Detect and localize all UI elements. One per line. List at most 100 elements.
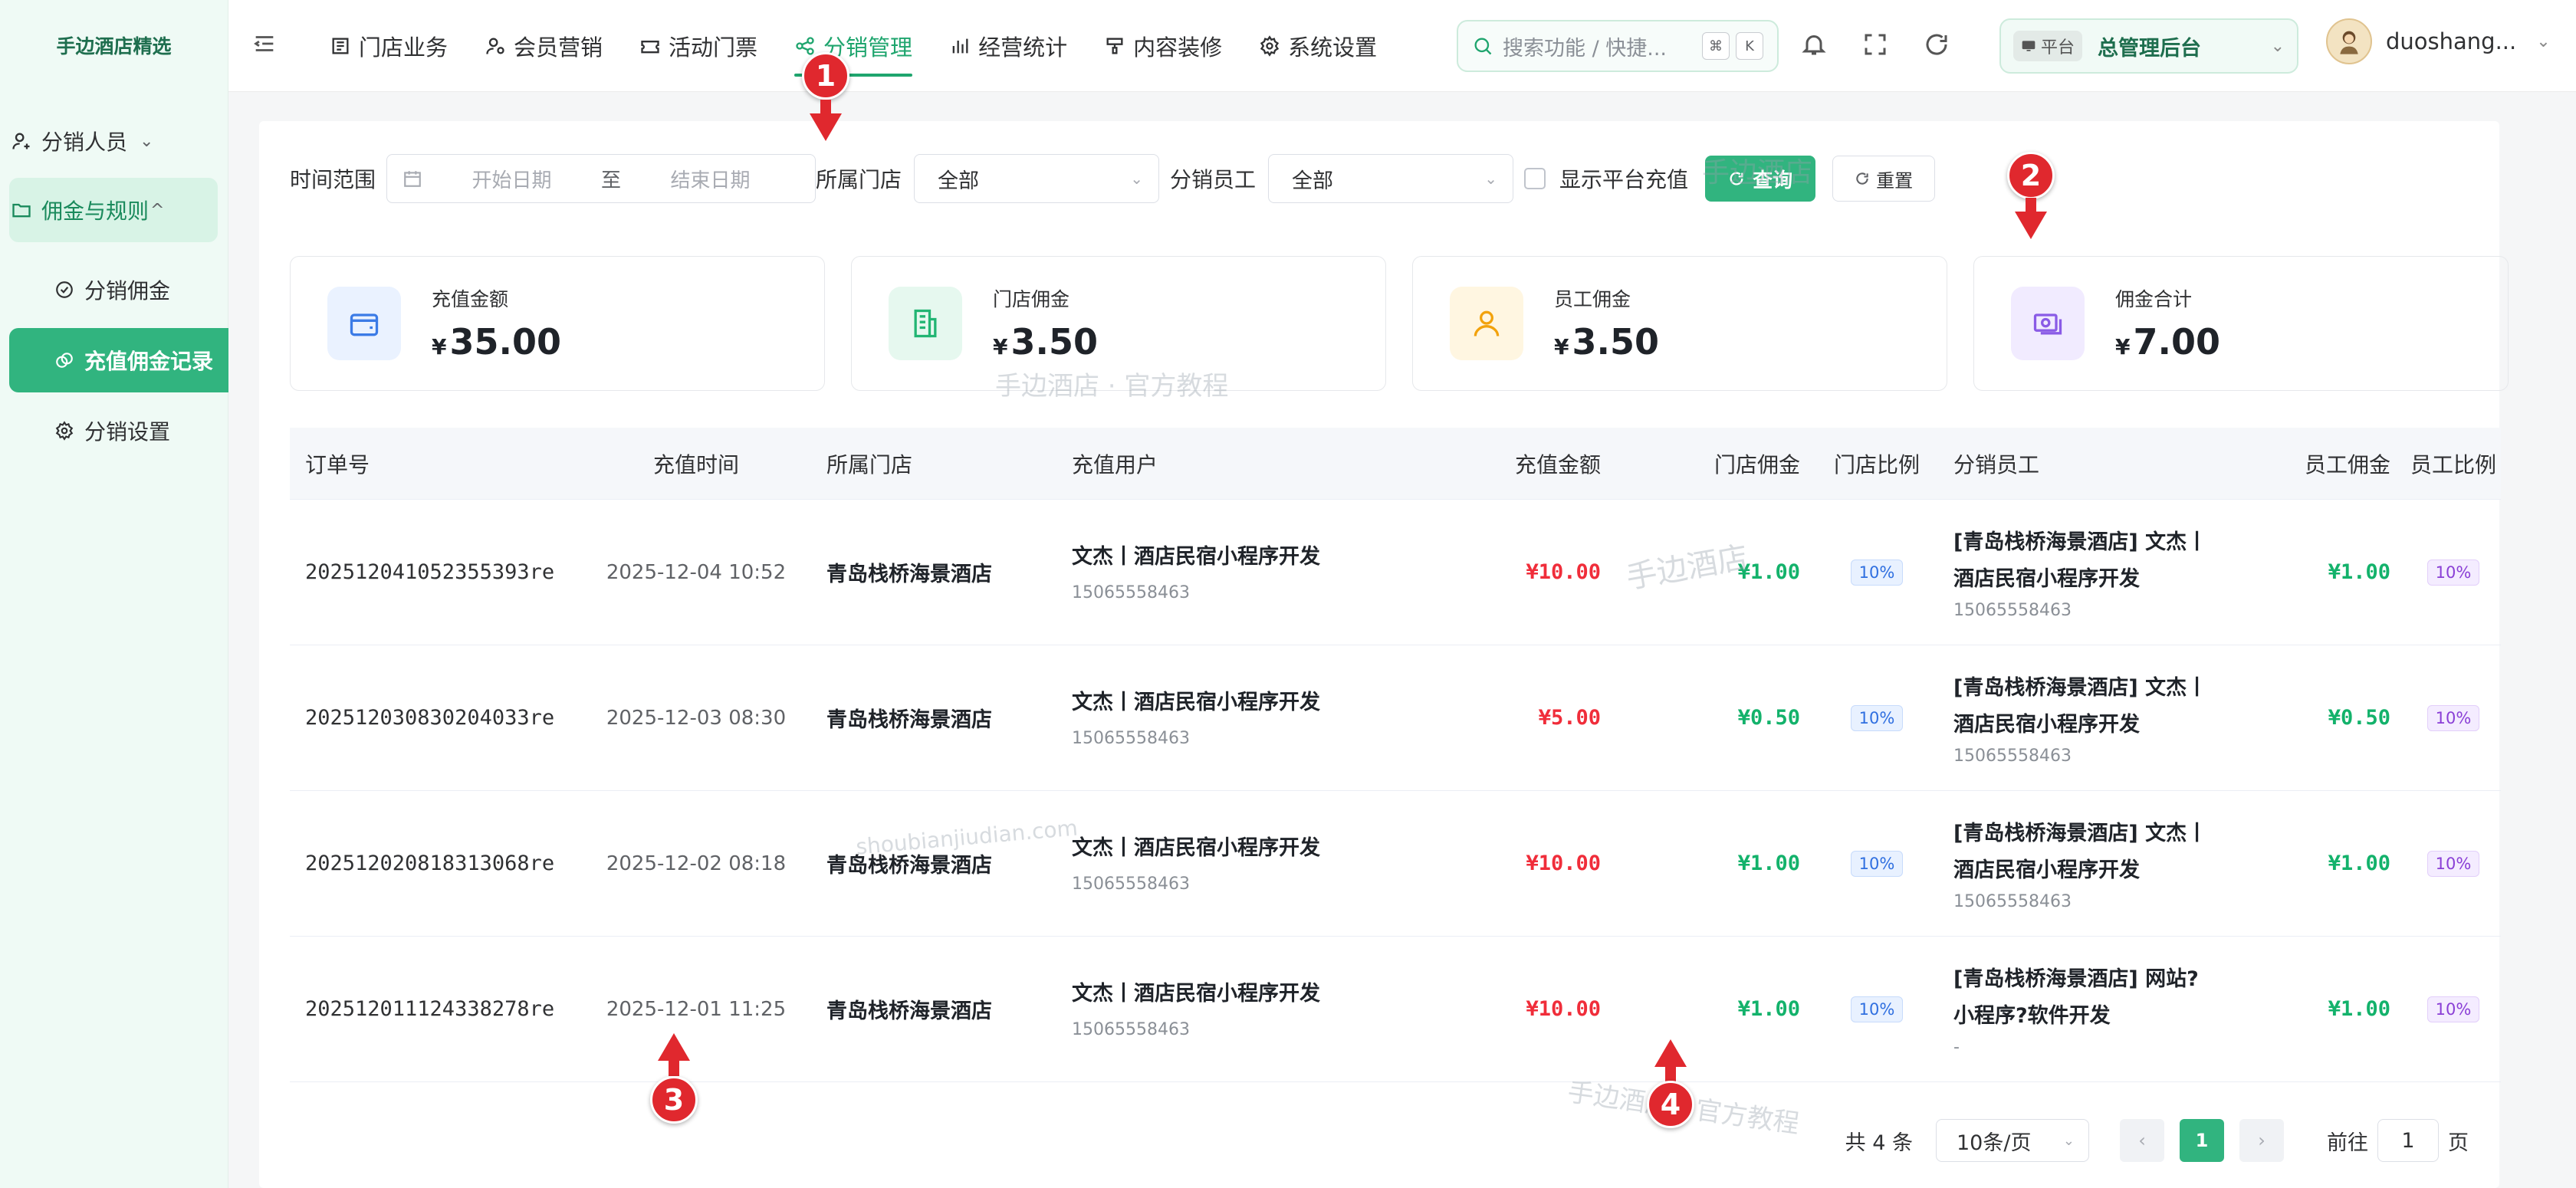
nav-event-tickets[interactable]: 活动门票 — [639, 0, 757, 92]
collapse-sidebar-icon[interactable] — [251, 31, 278, 57]
goto-page-input[interactable]: 1 — [2377, 1119, 2439, 1162]
folder-icon — [9, 198, 34, 222]
column-header: 门店比例 — [1833, 451, 1920, 477]
person-icon — [1450, 287, 1523, 360]
check-circle-icon — [52, 277, 77, 302]
staff-name: 酒店民宿小程序开发 — [1953, 858, 2140, 882]
cash-icon — [2011, 287, 2085, 360]
calendar-icon — [404, 171, 421, 187]
page-size-select[interactable]: 10条/页 ⌄ — [1936, 1119, 2089, 1162]
table-row: 202512020818313068re 2025-12-02 08:18 青岛… — [290, 791, 2501, 937]
goto-label: 前往 — [2327, 1131, 2368, 1155]
chevron-up-icon: ^ — [150, 200, 165, 220]
staff-commission: ¥1.00 — [2328, 852, 2390, 875]
fullscreen-icon[interactable] — [1861, 31, 1891, 60]
column-header: 充值用户 — [1072, 451, 1158, 477]
filter-bar: 时间范围 开始日期 至 结束日期 所属门店 全部 ⌄ 分销员工 全部 ⌄ 显示平… — [290, 153, 1936, 204]
store-select[interactable]: 全部 ⌄ — [914, 154, 1160, 203]
refresh-icon[interactable] — [1923, 31, 1952, 60]
user-menu[interactable]: duoshang... ⌄ — [2326, 18, 2551, 64]
column-header: 充值金额 — [1514, 451, 1601, 477]
store-commission: ¥1.00 — [1737, 852, 1800, 875]
sidebar-item-distribution-settings[interactable]: 分销设置 — [9, 399, 218, 463]
column-header: 充值时间 — [652, 451, 739, 477]
top-bar: 门店业务 会员营销 活动门票 分销管理 经营统计 内容装修 系统设置 搜索功能 … — [228, 0, 2576, 92]
column-header: 门店佣金 — [1714, 451, 1800, 477]
recharge-amount: ¥10.00 — [1526, 852, 1601, 875]
recharge-user: 文杰丨酒店民宿小程序开发 15065558463 — [1056, 979, 1386, 1039]
recharge-amount: ¥5.00 — [1538, 706, 1601, 730]
user-phone: 15065558463 — [1072, 729, 1190, 748]
nav-label: 系统设置 — [1288, 34, 1378, 61]
table-row: 202512041052355393re 2025-12-04 10:52 青岛… — [290, 500, 2501, 645]
staff-commission: ¥0.50 — [2328, 706, 2390, 730]
chevron-down-icon: ⌄ — [2270, 36, 2285, 56]
main-content: 时间范围 开始日期 至 结束日期 所属门店 全部 ⌄ 分销员工 全部 ⌄ 显示平… — [259, 121, 2509, 1188]
annotation-marker-3: 3 — [650, 1076, 698, 1124]
sidebar-item-label: 佣金与规则 — [41, 199, 150, 224]
query-button-label: 查询 — [1753, 169, 1793, 192]
platform-switcher[interactable]: 平台 总管理后台 ⌄ — [1999, 18, 2298, 74]
card-amount: ¥3.50 — [1554, 321, 1659, 363]
store-commission: ¥0.50 — [1737, 706, 1800, 730]
staff-name: 酒店民宿小程序开发 — [1953, 713, 2140, 737]
sidebar-item-distribution-commission[interactable]: 分销佣金 — [9, 258, 218, 322]
store-commission: ¥1.00 — [1737, 560, 1800, 584]
user-name: 文杰丨酒店民宿小程序开发 — [1072, 691, 1320, 714]
platform-recharge-checkbox[interactable] — [1524, 168, 1546, 189]
arrow-up-icon — [658, 1033, 690, 1076]
sidebar-item-recharge-commission-records[interactable]: 充值佣金记录 — [9, 328, 228, 392]
store-name: 青岛栈桥海景酒店 — [826, 999, 992, 1023]
table-row: 202512030830204033re 2025-12-03 08:30 青岛… — [290, 645, 2501, 791]
staff-ratio-badge: 10% — [2426, 559, 2480, 586]
staff-select[interactable]: 全部 ⌄ — [1268, 154, 1514, 203]
search-input[interactable]: 搜索功能 / 快捷... ⌘ K — [1457, 20, 1779, 72]
store-label: 所属门店 — [816, 167, 902, 192]
total-count: 共 4 条 — [1845, 1131, 1913, 1155]
nav-system-settings[interactable]: 系统设置 — [1259, 0, 1377, 92]
staff-name: [青岛栈桥海景酒店] 文杰丨 — [1953, 530, 2208, 554]
staff-ratio-badge: 10% — [2426, 704, 2480, 731]
monitor-icon — [2022, 41, 2036, 51]
sidebar-item-label: 分销佣金 — [84, 278, 171, 304]
nav-store-business[interactable]: 门店业务 — [330, 0, 448, 92]
store-icon — [332, 38, 349, 54]
recharge-time: 2025-12-02 08:18 — [606, 852, 787, 875]
reset-button[interactable]: 重置 — [1832, 156, 1936, 202]
next-page-button[interactable]: › — [2239, 1119, 2284, 1162]
recharge-time: 2025-12-01 11:25 — [606, 997, 787, 1021]
bell-icon[interactable] — [1800, 31, 1829, 60]
ticket-icon — [641, 41, 659, 54]
nav-label: 内容装修 — [1133, 34, 1223, 61]
store-select-value: 全部 — [938, 169, 980, 193]
arrow-down-icon — [810, 100, 842, 141]
share-icon — [796, 37, 814, 55]
sidebar-item-label: 充值佣金记录 — [84, 349, 214, 374]
gear-icon — [1260, 35, 1280, 57]
nav-member-marketing[interactable]: 会员营销 — [485, 0, 603, 92]
sidebar-item-distributors[interactable]: 分销人员 ⌄ — [9, 109, 218, 173]
refresh-icon — [1730, 172, 1743, 185]
recharge-user: 文杰丨酒店民宿小程序开发 15065558463 — [1056, 833, 1386, 894]
staff-ratio-badge: 10% — [2426, 996, 2480, 1022]
store-ratio-badge: 10% — [1850, 704, 1904, 731]
staff-commission: ¥1.00 — [2328, 560, 2390, 584]
page-number-button[interactable]: 1 — [2180, 1119, 2224, 1162]
nav-label: 门店业务 — [359, 34, 449, 61]
sidebar-item-commission-rules[interactable]: 佣金与规则 ^ — [9, 178, 218, 242]
store-commission: ¥1.00 — [1737, 997, 1800, 1021]
nav-content-decoration[interactable]: 内容装修 — [1104, 0, 1222, 92]
pagination: 共 4 条 10条/页 ⌄ ‹ 1 › 前往 1 页 — [1845, 1119, 2469, 1162]
start-date-placeholder: 开始日期 — [472, 169, 552, 192]
date-range-picker[interactable]: 开始日期 至 结束日期 — [386, 154, 816, 203]
prev-page-button[interactable]: ‹ — [2120, 1119, 2164, 1162]
wallet-icon — [327, 287, 401, 360]
coins-icon — [52, 348, 77, 372]
platform-tag-label: 平台 — [2041, 38, 2075, 57]
chevron-down-icon: ⌄ — [140, 131, 154, 151]
sidebar: 手边酒店精选 分销人员 ⌄ 佣金与规则 ^ 分销佣金 充值佣金记录 分销设置 — [0, 0, 228, 1188]
store-ratio-badge: 10% — [1850, 559, 1904, 586]
query-button[interactable]: 查询 — [1705, 156, 1816, 202]
nav-business-statistics[interactable]: 经营统计 — [949, 0, 1067, 92]
kbd-key: ⌘ — [1702, 32, 1730, 60]
